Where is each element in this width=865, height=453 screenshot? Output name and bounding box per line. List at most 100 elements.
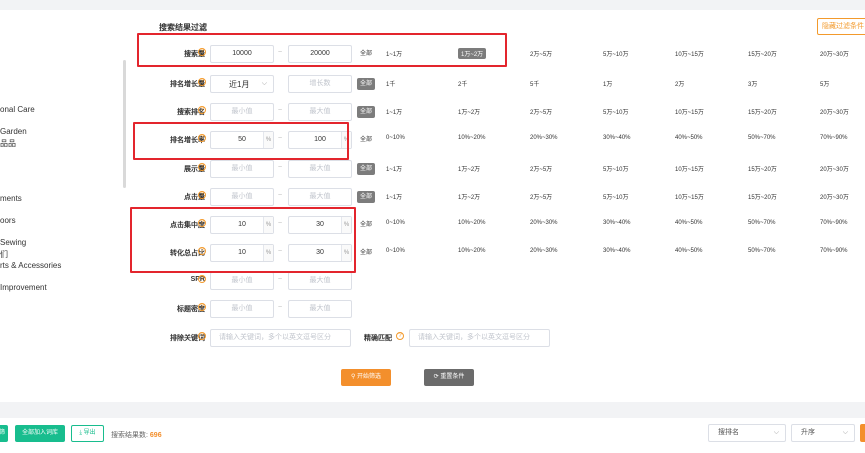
sort-field-select[interactable]: 搜排名 ⌵ bbox=[708, 424, 786, 442]
range-option[interactable]: 40%~50% bbox=[675, 248, 703, 254]
start-filter-button[interactable]: ⚲ 开始筛选 bbox=[341, 369, 391, 386]
min-input[interactable]: 最小值 bbox=[210, 103, 274, 121]
range-option[interactable]: 1万~2万 bbox=[458, 192, 480, 201]
range-option[interactable]: 30%~40% bbox=[603, 248, 631, 254]
max-input[interactable]: 最大值 bbox=[288, 103, 352, 121]
help-icon[interactable]: ? bbox=[198, 191, 206, 199]
option-all-selected[interactable]: 全部 bbox=[357, 106, 376, 118]
range-option[interactable]: 20%~30% bbox=[530, 220, 558, 226]
max-input[interactable]: 最大值 bbox=[288, 272, 352, 290]
range-option[interactable]: 2万~5万 bbox=[530, 192, 552, 201]
range-option[interactable]: 20万~30万 bbox=[820, 164, 849, 173]
max-input[interactable]: 最大值 bbox=[288, 188, 352, 206]
min-input[interactable]: 最小值 bbox=[210, 188, 274, 206]
range-option[interactable]: 2万~5万 bbox=[530, 49, 552, 58]
range-option[interactable]: 1万~2万 bbox=[458, 107, 480, 116]
download-icon: ⤓ bbox=[79, 430, 82, 436]
range-option[interactable]: 30%~40% bbox=[603, 135, 631, 141]
help-icon[interactable]: ? bbox=[198, 303, 206, 311]
range-option[interactable]: 1万~2万 bbox=[458, 164, 480, 173]
range-option[interactable]: 2万 bbox=[675, 79, 684, 88]
range-option[interactable]: 5万~10万 bbox=[603, 49, 629, 58]
export-label: 导出 bbox=[83, 430, 96, 436]
range-option[interactable]: 10万~15万 bbox=[675, 107, 704, 116]
option-all-selected[interactable]: 全部 bbox=[357, 191, 376, 203]
range-option[interactable]: 2万~5万 bbox=[530, 164, 552, 173]
range-option[interactable]: 50%~70% bbox=[748, 248, 776, 254]
sort-order-select[interactable]: 升序 ⌵ bbox=[791, 424, 855, 442]
range-option[interactable]: 10%~20% bbox=[458, 220, 486, 226]
add-all-to-library-button[interactable]: 全部加入词库 bbox=[15, 425, 65, 442]
result-count-label: 搜索结果数: bbox=[111, 432, 148, 439]
range-option[interactable]: 10万~15万 bbox=[675, 192, 704, 201]
range-option[interactable]: 70%~90% bbox=[820, 220, 848, 226]
range-option[interactable]: 15万~20万 bbox=[748, 49, 777, 58]
option-all[interactable]: 全部 bbox=[357, 134, 375, 146]
min-input[interactable]: 最小值 bbox=[210, 300, 274, 318]
range-option[interactable]: 1万 bbox=[603, 79, 612, 88]
range-option[interactable]: 5千 bbox=[530, 79, 539, 88]
hide-filter-button[interactable]: 隐藏过滤条件 bbox=[817, 18, 865, 35]
range-option[interactable]: 1~1万 bbox=[386, 164, 402, 173]
range-option[interactable]: 10%~20% bbox=[458, 135, 486, 141]
range-option[interactable]: 20万~30万 bbox=[820, 49, 849, 58]
period-select[interactable]: 近1月 ⌵ bbox=[210, 75, 274, 93]
max-input[interactable]: 最大值 bbox=[288, 300, 352, 318]
max-input[interactable]: 最大值 bbox=[288, 160, 352, 178]
chevron-down-icon: ⌵ bbox=[773, 429, 779, 436]
range-option[interactable]: 40%~50% bbox=[675, 135, 703, 141]
range-option[interactable]: 5万~10万 bbox=[603, 107, 629, 116]
sort-field-value: 搜排名 bbox=[718, 429, 739, 436]
range-option[interactable]: 20%~30% bbox=[530, 135, 558, 141]
option-all-selected[interactable]: 全部 bbox=[357, 78, 376, 90]
range-option[interactable]: 0~10% bbox=[386, 248, 405, 254]
range-option[interactable]: 2千 bbox=[458, 79, 467, 88]
range-option[interactable]: 15万~20万 bbox=[748, 192, 777, 201]
filter-row-keywords: 排除关键词 ? 请输入关键词，多个以英文逗号区分 精确匹配 ? 请输入关键词，多… bbox=[0, 329, 865, 349]
range-option[interactable]: 50%~70% bbox=[748, 220, 776, 226]
help-icon[interactable]: ? bbox=[198, 106, 206, 114]
range-option[interactable]: 40%~50% bbox=[675, 220, 703, 226]
range-dash: ~ bbox=[278, 276, 283, 283]
search-button-edge[interactable] bbox=[860, 424, 865, 442]
range-option[interactable]: 1千 bbox=[386, 79, 395, 88]
exclude-keywords-input[interactable]: 请输入关键词，多个以英文逗号区分 bbox=[210, 329, 351, 347]
option-all[interactable]: 全部 bbox=[357, 219, 375, 231]
range-option[interactable]: 5万~10万 bbox=[603, 164, 629, 173]
help-icon[interactable]: ? bbox=[198, 332, 206, 340]
range-option[interactable]: 20%~30% bbox=[530, 248, 558, 254]
option-all[interactable]: 全部 bbox=[357, 247, 375, 259]
help-icon[interactable]: ? bbox=[396, 332, 404, 340]
range-option[interactable]: 3万 bbox=[748, 79, 757, 88]
range-option[interactable]: 50%~70% bbox=[748, 135, 776, 141]
filter-button[interactable]: 筛 bbox=[0, 425, 8, 442]
reset-filter-button[interactable]: ⟳ 重置条件 bbox=[424, 369, 474, 386]
range-option[interactable]: 15万~20万 bbox=[748, 107, 777, 116]
range-option[interactable]: 0~10% bbox=[386, 135, 405, 141]
range-option[interactable]: 5万 bbox=[820, 79, 829, 88]
export-button[interactable]: ⤓ 导出 bbox=[71, 425, 104, 442]
min-input[interactable]: 最小值 bbox=[210, 160, 274, 178]
range-option[interactable]: 10万~15万 bbox=[675, 164, 704, 173]
range-option[interactable]: 10%~20% bbox=[458, 248, 486, 254]
range-option[interactable]: 20万~30万 bbox=[820, 192, 849, 201]
min-input[interactable]: 最小值 bbox=[210, 272, 274, 290]
help-icon[interactable]: ? bbox=[198, 163, 206, 171]
range-option[interactable]: 15万~20万 bbox=[748, 164, 777, 173]
range-option[interactable]: 70%~90% bbox=[820, 135, 848, 141]
max-input[interactable]: 增长数 bbox=[288, 75, 352, 93]
range-option[interactable]: 1~1万 bbox=[386, 192, 402, 201]
help-icon[interactable]: ? bbox=[198, 78, 206, 86]
range-option[interactable]: 30%~40% bbox=[603, 220, 631, 226]
exact-match-input[interactable]: 请输入关键词，多个以英文逗号区分 bbox=[409, 329, 550, 347]
range-option[interactable]: 2万~5万 bbox=[530, 107, 552, 116]
range-option[interactable]: 10万~15万 bbox=[675, 49, 704, 58]
range-option[interactable]: 20万~30万 bbox=[820, 107, 849, 116]
option-all-selected[interactable]: 全部 bbox=[357, 163, 376, 175]
range-option[interactable]: 1~1万 bbox=[386, 107, 402, 116]
range-option[interactable]: 70%~90% bbox=[820, 248, 848, 254]
range-option[interactable]: 0~10% bbox=[386, 220, 405, 226]
help-icon[interactable]: ? bbox=[198, 275, 206, 283]
highlight-box bbox=[137, 33, 507, 67]
range-option[interactable]: 5万~10万 bbox=[603, 192, 629, 201]
